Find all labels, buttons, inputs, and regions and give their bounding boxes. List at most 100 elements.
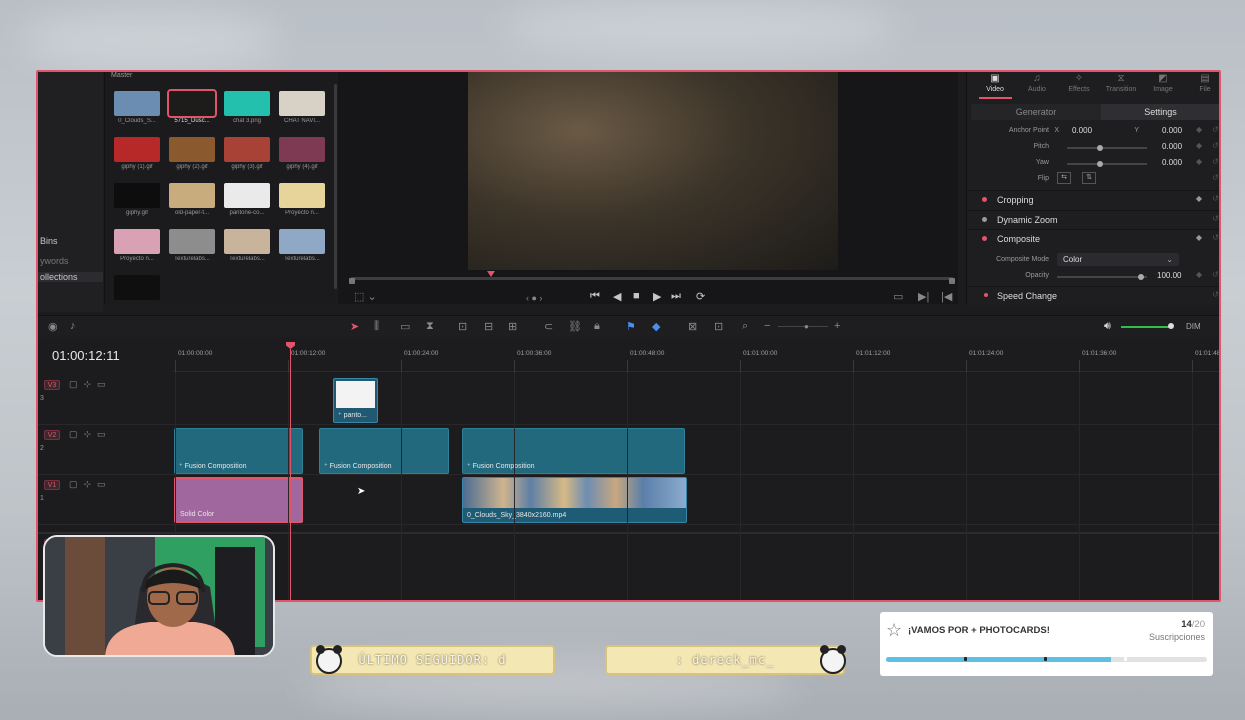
media-pool-scrollbar[interactable] xyxy=(334,84,337,289)
viewer-scrubber[interactable] xyxy=(351,277,953,280)
media-pool-clip[interactable]: 0_Clouds_S... xyxy=(113,91,161,129)
insert-clip-icon[interactable]: ⊡ xyxy=(458,320,467,333)
dynamic-trim-icon[interactable]: ▭ xyxy=(400,320,410,333)
reset-icon[interactable]: ↺ xyxy=(1212,194,1219,203)
volume-slider[interactable] xyxy=(1121,326,1171,328)
skip-forward-icon[interactable]: ⏭ xyxy=(671,290,681,303)
reset-icon[interactable]: ↺ xyxy=(1212,157,1219,166)
media-pool-clip[interactable]: Proyecto n... xyxy=(113,229,161,267)
media-pool-clip[interactable]: chat 3.png xyxy=(223,91,271,129)
timeline-clip-v3[interactable]: ⁺ panto... xyxy=(333,378,378,423)
enable-dot[interactable] xyxy=(982,236,987,241)
play-icon[interactable]: ▶ xyxy=(653,290,661,303)
media-pool-clip[interactable]: pantone-co... xyxy=(223,183,271,221)
reset-icon[interactable]: ↺ xyxy=(1212,233,1219,242)
snapping-icon[interactable]: ⊂ xyxy=(544,320,553,333)
stop-icon[interactable]: ■ xyxy=(633,290,640,302)
tab-video[interactable]: ▣ Video xyxy=(975,72,1015,93)
flag-icon[interactable]: ⚑ xyxy=(626,320,636,333)
media-pool-clip[interactable]: giphy.gif xyxy=(113,183,161,221)
timeline-clip-fusion-3[interactable]: ⁺ Fusion Composition xyxy=(462,428,685,474)
track-id[interactable]: V3 xyxy=(44,380,60,390)
tab-effects[interactable]: ✧ Effects xyxy=(1059,72,1099,93)
zoom-detail-icon[interactable]: ⊡ xyxy=(714,320,723,333)
anchor-y-value[interactable]: 0.000 xyxy=(1162,126,1182,135)
timeline-clip-fusion-2[interactable]: ⁺ Fusion Composition xyxy=(319,428,449,474)
media-pool-clip[interactable]: Texturelabs... xyxy=(223,229,271,267)
tab-settings[interactable]: Settings xyxy=(1101,104,1219,120)
media-pool-clip[interactable]: giphy (1).gif xyxy=(113,137,161,175)
media-pool-clip[interactable]: old-paper-t... xyxy=(168,183,216,221)
replace-clip-icon[interactable]: ⊞ xyxy=(508,320,517,333)
sidebar-item-keywords[interactable]: ywords xyxy=(38,256,69,266)
tab-image[interactable]: ◩ Image xyxy=(1143,72,1183,93)
dim-button[interactable]: DIM xyxy=(1186,322,1201,331)
reset-icon[interactable]: ↺ xyxy=(1212,125,1219,134)
keyframe-diamond-icon[interactable]: ◆ xyxy=(1196,270,1202,279)
media-pool-clip[interactable]: Proyecto n... xyxy=(278,183,326,221)
enable-dot[interactable] xyxy=(982,197,987,202)
volume-slider-knob[interactable] xyxy=(1168,323,1174,329)
media-pool-clip[interactable]: giphy (3).gif xyxy=(223,137,271,175)
section-speed-change[interactable]: Speed Change ↺ xyxy=(967,286,1219,305)
opacity-value[interactable]: 100.00 xyxy=(1157,271,1181,280)
tab-file[interactable]: ▤ File xyxy=(1185,72,1219,93)
media-pool-clip[interactable]: giphy (2).gif xyxy=(168,137,216,175)
prev-edit-icon[interactable]: |◀ xyxy=(941,290,952,303)
jog-control-icon[interactable]: ‹ ● › xyxy=(526,293,542,303)
track-controls[interactable]: ▢⊹▭ xyxy=(69,379,112,390)
play-reverse-icon[interactable]: ◀ xyxy=(613,290,621,303)
selection-tool-icon[interactable]: ➤ xyxy=(350,320,359,333)
media-pool-clip[interactable]: 5715_Dusc... xyxy=(167,89,217,129)
blade-tool-icon[interactable]: ⧗ xyxy=(426,320,434,333)
keyframe-diamond-icon[interactable]: ◆ xyxy=(1196,233,1202,242)
marker-icon[interactable]: ◆ xyxy=(652,320,660,333)
tab-audio[interactable]: ♫ Audio xyxy=(1017,72,1057,93)
section-dynamic-zoom[interactable]: Dynamic Zoom ↺ xyxy=(967,210,1219,229)
enable-dot[interactable] xyxy=(982,217,987,222)
pitch-slider-knob[interactable] xyxy=(1097,145,1103,151)
opacity-slider-knob[interactable] xyxy=(1138,274,1144,280)
keyframe-diamond-icon[interactable]: ◆ xyxy=(1196,141,1202,150)
enable-dot[interactable] xyxy=(984,293,988,297)
zoom-full-icon[interactable]: ⊠ xyxy=(688,320,697,333)
viewer-playhead[interactable] xyxy=(487,271,495,277)
media-pool-clip[interactable]: giphy (4).gif xyxy=(278,137,326,175)
reset-icon[interactable]: ↺ xyxy=(1212,290,1219,299)
audio-meter-icon[interactable]: ♪ xyxy=(70,320,76,332)
zoom-slider-knob[interactable]: ● xyxy=(804,322,809,331)
match-frame-icon[interactable]: ▭ xyxy=(893,290,903,303)
zoom-slider[interactable] xyxy=(778,326,828,327)
yaw-value[interactable]: 0.000 xyxy=(1162,158,1182,167)
flip-horizontal-icon[interactable]: ⇆ xyxy=(1057,172,1071,184)
trim-tool-icon[interactable]: ⫼ xyxy=(374,320,379,333)
keyframe-diamond-icon[interactable]: ◆ xyxy=(1196,194,1202,203)
overwrite-clip-icon[interactable]: ⊟ xyxy=(484,320,493,333)
layout-icon[interactable]: ◉ xyxy=(48,320,58,333)
keyframe-diamond-icon[interactable]: ◆ xyxy=(1196,125,1202,134)
sidebar-item-bins[interactable]: Bins xyxy=(38,236,58,246)
media-pool-clip[interactable] xyxy=(113,275,161,313)
anchor-x-value[interactable]: 0.000 xyxy=(1072,126,1092,135)
reset-icon[interactable]: ↺ xyxy=(1212,141,1219,150)
pitch-value[interactable]: 0.000 xyxy=(1162,142,1182,151)
linked-selection-icon[interactable]: ⛓ xyxy=(568,320,582,333)
tab-generator[interactable]: Generator xyxy=(971,104,1101,120)
skip-back-icon[interactable]: ⏮ xyxy=(590,290,600,303)
pitch-slider[interactable] xyxy=(1067,147,1147,149)
timeline-clip-solid-color[interactable]: Solid Color xyxy=(174,477,303,523)
tab-transition[interactable]: ⧖ Transition xyxy=(1101,72,1141,93)
media-pool-clip[interactable]: Texturelabs... xyxy=(278,229,326,267)
keyframe-diamond-icon[interactable]: ◆ xyxy=(1196,157,1202,166)
opacity-slider[interactable] xyxy=(1057,276,1147,278)
yaw-slider-knob[interactable] xyxy=(1097,161,1103,167)
loop-icon[interactable]: ⟳ xyxy=(696,290,705,303)
zoom-in-icon[interactable]: + xyxy=(834,320,840,332)
composite-mode-dropdown[interactable]: Color ⌄ xyxy=(1057,253,1179,266)
volume-icon[interactable]: 🔊︎ xyxy=(1104,320,1111,333)
yaw-slider[interactable] xyxy=(1067,163,1147,165)
position-lock-icon[interactable]: 🔒︎ xyxy=(594,320,600,333)
reset-icon[interactable]: ↺ xyxy=(1212,214,1219,223)
flip-vertical-icon[interactable]: ⇅ xyxy=(1082,172,1096,184)
track-controls[interactable]: ▢⊹▭ xyxy=(69,429,112,440)
